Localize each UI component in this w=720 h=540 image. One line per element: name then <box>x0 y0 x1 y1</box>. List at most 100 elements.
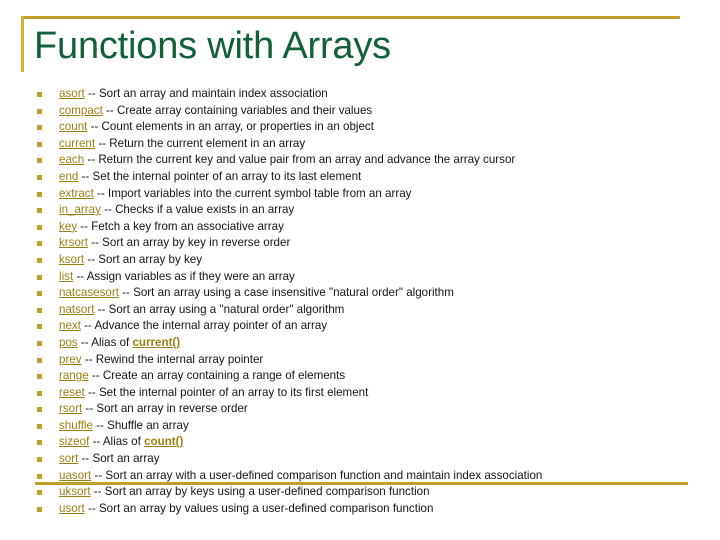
bullet-square-icon <box>37 92 42 97</box>
function-description: Return the current key and value pair fr… <box>98 153 516 167</box>
list-item: natcasesort -- Sort an array using a cas… <box>28 285 718 302</box>
function-link[interactable]: next <box>59 319 81 332</box>
function-description: Advance the internal array pointer of an… <box>94 319 328 333</box>
list-item: asort -- Sort an array and maintain inde… <box>28 86 718 103</box>
bullet-square-icon <box>37 457 42 463</box>
function-link[interactable]: natsort <box>59 303 94 316</box>
bullet-square-icon <box>37 291 42 297</box>
function-description: Fetch a key from an associative array <box>91 219 284 233</box>
bullet-square-icon <box>37 423 42 429</box>
function-link[interactable]: reset <box>59 386 85 399</box>
function-description: Sort an array <box>92 452 160 466</box>
function-description: Alias of <box>102 435 145 449</box>
bullet-square-icon <box>37 191 42 197</box>
page-title: Functions with Arrays <box>34 25 391 67</box>
function-link[interactable]: natcasesort <box>59 286 119 299</box>
bullet-square-icon <box>37 108 42 114</box>
function-link[interactable]: current <box>59 137 95 150</box>
bullet-square-icon <box>37 490 42 496</box>
bullet-square-icon <box>37 407 42 413</box>
separator-dashes: -- <box>84 385 99 399</box>
list-item: end -- Set the internal pointer of an ar… <box>28 169 718 186</box>
separator-dashes: -- <box>91 468 106 482</box>
function-link[interactable]: prev <box>59 353 82 366</box>
function-description: Import variables into the current symbol… <box>107 186 412 200</box>
list-item: each -- Return the current key and value… <box>28 152 718 169</box>
left-gold-rule <box>21 16 24 72</box>
function-link[interactable]: pos <box>59 336 78 349</box>
function-link[interactable]: extract <box>59 187 94 200</box>
list-item: extract -- Import variables into the cur… <box>28 186 718 203</box>
list-item: natsort -- Sort an array using a "natura… <box>28 302 718 319</box>
function-link[interactable]: in_array <box>59 203 101 216</box>
bullet-square-icon <box>37 307 42 313</box>
function-link[interactable]: list <box>59 270 73 283</box>
function-link[interactable]: compact <box>59 104 103 117</box>
function-description: Sort an array in reverse order <box>96 402 248 416</box>
function-link[interactable]: uasort <box>59 469 91 482</box>
separator-dashes: -- <box>92 418 108 432</box>
function-link[interactable]: uksort <box>59 485 91 498</box>
bullet-square-icon <box>37 340 42 346</box>
function-description: Create an array containing a range of el… <box>102 369 346 383</box>
separator-dashes: -- <box>93 186 108 200</box>
list-item: next -- Advance the internal array point… <box>28 318 718 335</box>
list-item: usort -- Sort an array by values using a… <box>28 501 718 518</box>
separator-dashes: -- <box>102 103 117 117</box>
separator-dashes: -- <box>84 501 99 515</box>
function-link[interactable]: usort <box>59 502 85 515</box>
list-item: count -- Count elements in an array, or … <box>28 119 718 136</box>
list-item: reset -- Set the internal pointer of an … <box>28 385 718 402</box>
function-link[interactable]: ksort <box>59 253 84 266</box>
function-description: Return the current element in an array <box>109 136 306 150</box>
bullet-square-icon <box>37 141 42 147</box>
list-item: key -- Fetch a key from an associative a… <box>28 219 718 236</box>
separator-dashes: -- <box>77 335 92 349</box>
separator-dashes: -- <box>100 203 116 217</box>
function-description: Sort an array using a case insensitive "… <box>133 286 454 300</box>
separator-dashes: -- <box>80 319 95 333</box>
function-link[interactable]: range <box>59 369 89 382</box>
bullet-square-icon <box>37 125 42 131</box>
separator-dashes: -- <box>87 120 102 134</box>
function-link[interactable]: key <box>59 220 77 233</box>
alias-link[interactable]: count() <box>144 435 183 448</box>
list-item: prev -- Rewind the internal array pointe… <box>28 352 718 369</box>
function-description: Checks if a value exists in an array <box>115 203 295 217</box>
function-link[interactable]: end <box>59 170 78 183</box>
function-link[interactable]: each <box>59 153 84 166</box>
function-link[interactable]: sizeof <box>59 435 89 448</box>
function-description: Count elements in an array, or propertie… <box>101 120 374 134</box>
function-link[interactable]: count <box>59 120 87 133</box>
bullet-square-icon <box>37 390 42 396</box>
separator-dashes: -- <box>81 352 96 366</box>
bullet-square-icon <box>37 440 42 446</box>
separator-dashes: -- <box>82 402 97 416</box>
list-item: pos -- Alias of current() <box>28 335 718 352</box>
list-item: list -- Assign variables as if they were… <box>28 269 718 286</box>
function-link[interactable]: shuffle <box>59 419 93 432</box>
function-description: Sort an array with a user-defined compar… <box>105 468 543 482</box>
separator-dashes: -- <box>90 485 105 499</box>
function-link[interactable]: rsort <box>59 402 82 415</box>
list-item: rsort -- Sort an array in reverse order <box>28 401 718 418</box>
function-link[interactable]: krsort <box>59 236 88 249</box>
alias-link[interactable]: current() <box>132 336 180 349</box>
function-description: Sort an array and maintain index associa… <box>98 87 328 100</box>
function-description: Shuffle an array <box>107 418 189 432</box>
bullet-square-icon <box>37 473 42 479</box>
list-item: current -- Return the current element in… <box>28 136 718 153</box>
function-list: asort -- Sort an array and maintain inde… <box>28 86 718 517</box>
top-gold-rule <box>21 16 680 19</box>
function-description: Sort an array by key in reverse order <box>102 236 291 250</box>
separator-dashes: -- <box>73 269 87 283</box>
function-link[interactable]: asort <box>59 87 85 100</box>
list-item: range -- Create an array containing a ra… <box>28 368 718 385</box>
function-link[interactable]: sort <box>59 452 78 465</box>
function-description: Sort an array using a "natural order" al… <box>108 302 345 316</box>
bullet-square-icon <box>37 257 42 263</box>
list-item: ksort -- Sort an array by key <box>28 252 718 269</box>
separator-dashes: -- <box>78 452 93 466</box>
separator-dashes: -- <box>84 153 99 167</box>
slide: Functions with Arrays asort -- Sort an a… <box>0 0 720 540</box>
